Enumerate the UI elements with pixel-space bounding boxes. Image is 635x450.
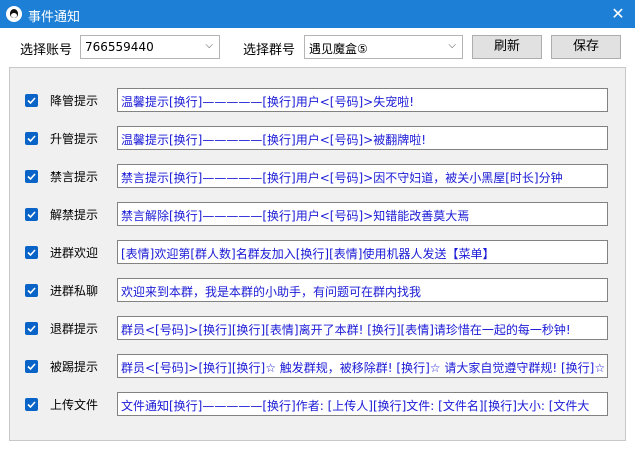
account-value: 766559440	[85, 40, 154, 54]
row-message-input[interactable]: [表情]欢迎第[群人数]名群友加入[换行][表情]使用机器人发送【菜单】	[117, 240, 608, 264]
row-message-text: 禁言提示[换行]—————[换行]用户<[号码]>因不守妇道，被关小黑屋[时长]…	[121, 171, 563, 185]
row-checkbox[interactable]	[25, 360, 38, 373]
window-title: 事件通知	[28, 10, 81, 25]
row-message-text: 温馨提示[换行]—————[换行]用户<[号码]>被翻牌啦!	[121, 133, 427, 147]
row-message-input[interactable]: 禁言提示[换行]—————[换行]用户<[号码]>因不守妇道，被关小黑屋[时长]…	[117, 164, 608, 188]
row-message-text: 群员<[号码]>[换行][换行]☆ 触发群规，被移除群! [换行]☆ 请大家自觉…	[121, 361, 608, 375]
row-checkbox[interactable]	[25, 322, 38, 335]
row-message-text: 群员<[号码]>[换行][换行][表情]离开了本群! [换行][表情]请珍惜在一…	[121, 323, 571, 337]
row-message-input[interactable]: 禁言解除[换行]—————[换行]用户<[号码]>知错能改善莫大焉	[117, 202, 608, 226]
title-bar: 事件通知 ✕	[0, 0, 635, 28]
penguin-icon	[6, 6, 22, 22]
row-label: 进群私聊	[50, 284, 99, 298]
group-select[interactable]: 遇见魔盒⑤ ⌵	[304, 35, 463, 59]
row-checkbox[interactable]	[25, 170, 38, 183]
check-icon	[27, 135, 36, 143]
row-message-input[interactable]: 群员<[号码]>[换行][换行]☆ 触发群规，被移除群! [换行]☆ 请大家自觉…	[117, 354, 608, 378]
row-checkbox[interactable]	[25, 208, 38, 221]
row-label: 退群提示	[50, 322, 99, 336]
account-label: 选择账号	[20, 43, 73, 58]
row-message-input[interactable]: 欢迎来到本群，我是本群的小助手，有问题可在群内找我	[117, 278, 608, 302]
check-icon	[27, 401, 36, 409]
check-icon	[27, 173, 36, 181]
row-label: 升管提示	[50, 132, 99, 146]
row-label: 解禁提示	[50, 208, 99, 222]
refresh-button[interactable]: 刷新	[472, 35, 542, 59]
check-icon	[27, 97, 36, 105]
row-message-text: 文件通知[换行]—————[换行]作者: [上传人][换行]文件: [文件名][…	[121, 399, 590, 413]
row-label: 进群欢迎	[50, 246, 99, 260]
chevron-down-icon: ⌵	[448, 40, 456, 51]
row-checkbox[interactable]	[25, 398, 38, 411]
row-checkbox[interactable]	[25, 132, 38, 145]
row-message-input[interactable]: 温馨提示[换行]—————[换行]用户<[号码]>被翻牌啦!	[117, 126, 608, 150]
row-message-text: [表情]欢迎第[群人数]名群友加入[换行][表情]使用机器人发送【菜单】	[121, 247, 495, 261]
account-select[interactable]: 766559440 ⌵	[80, 35, 220, 59]
row-checkbox[interactable]	[25, 284, 38, 297]
row-message-input[interactable]: 群员<[号码]>[换行][换行][表情]离开了本群! [换行][表情]请珍惜在一…	[117, 316, 608, 340]
row-label: 禁言提示	[50, 170, 99, 184]
row-checkbox[interactable]	[25, 246, 38, 259]
group-value: 遇见魔盒⑤	[309, 42, 368, 56]
group-label: 选择群号	[243, 43, 296, 58]
check-icon	[27, 249, 36, 257]
row-message-input[interactable]: 文件通知[换行]—————[换行]作者: [上传人][换行]文件: [文件名][…	[117, 392, 608, 416]
row-message-text: 欢迎来到本群，我是本群的小助手，有问题可在群内找我	[121, 285, 422, 299]
row-message-input[interactable]: 温馨提示[换行]—————[换行]用户<[号码]>失宠啦!	[117, 88, 608, 112]
row-label: 上传文件	[50, 398, 99, 412]
close-button[interactable]: ✕	[601, 0, 635, 28]
row-message-text: 禁言解除[换行]—————[换行]用户<[号码]>知错能改善莫大焉	[121, 209, 470, 223]
check-icon	[27, 211, 36, 219]
row-message-text: 温馨提示[换行]—————[换行]用户<[号码]>失宠啦!	[121, 95, 415, 109]
check-icon	[27, 287, 36, 295]
check-icon	[27, 363, 36, 371]
chevron-down-icon: ⌵	[205, 40, 213, 51]
save-button[interactable]: 保存	[551, 35, 621, 59]
row-checkbox[interactable]	[25, 94, 38, 107]
row-label: 降管提示	[50, 94, 99, 108]
check-icon	[27, 325, 36, 333]
row-label: 被踢提示	[50, 360, 99, 374]
